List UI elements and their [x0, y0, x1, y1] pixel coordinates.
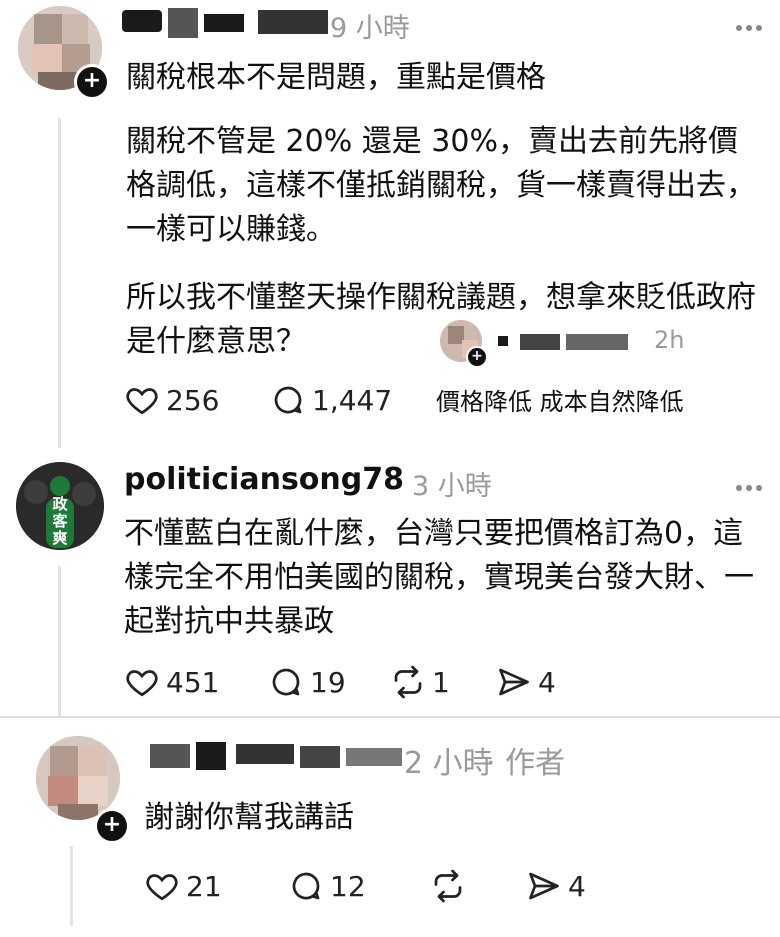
- thread-line: [58, 118, 61, 448]
- heart-icon: [146, 874, 178, 901]
- username-redacted: [196, 742, 226, 770]
- comment-icon: [272, 668, 300, 696]
- username-redacted: [258, 10, 328, 34]
- post-paragraph: 關稅不管是 20% 還是 30%，賣出去前先將價格調低，這樣不僅抵銷關稅，貨一樣…: [126, 124, 756, 247]
- comment-button[interactable]: 19: [268, 664, 346, 700]
- more-options-icon[interactable]: [736, 16, 768, 31]
- username-redacted: [300, 746, 340, 768]
- username-redacted: [168, 8, 198, 38]
- repost-icon: [434, 869, 462, 903]
- username-redacted: [520, 334, 560, 350]
- post-title: 關稅根本不是問題，重點是價格: [126, 60, 546, 95]
- username-redacted: [204, 14, 244, 32]
- username-redacted: [150, 744, 190, 768]
- repost-icon: [394, 665, 422, 699]
- like-button[interactable]: 21: [144, 868, 222, 904]
- post-time: 2 小時: [404, 746, 493, 781]
- username-redacted: [346, 748, 402, 766]
- thread-line: [70, 846, 73, 926]
- popup-text: 價格降低 成本自然降低: [436, 388, 684, 416]
- like-button[interactable]: 256: [124, 382, 219, 418]
- follow-button[interactable]: +: [74, 64, 110, 100]
- follow-button[interactable]: +: [466, 346, 488, 368]
- username-redacted: [122, 10, 162, 32]
- username-redacted: [236, 744, 294, 764]
- repost-button[interactable]: 1: [390, 664, 450, 700]
- comment-icon: [274, 386, 302, 414]
- post-text: 謝謝你幫我講話: [144, 800, 354, 835]
- more-options-icon[interactable]: [736, 476, 768, 491]
- post-time: 9 小時: [330, 13, 410, 44]
- username-redacted: [498, 336, 508, 346]
- heart-icon: [126, 388, 158, 415]
- like-button[interactable]: 451: [124, 664, 219, 700]
- repost-button[interactable]: [430, 868, 472, 904]
- post-text: 不懂藍白在亂什麼，台灣只要把價格訂為0，這樣完全不用怕美國的關稅，實現美台發大財…: [124, 516, 754, 639]
- follow-button[interactable]: +: [94, 808, 130, 844]
- send-icon: [499, 668, 529, 696]
- post-time: 3 小時: [412, 471, 492, 502]
- heart-icon: [126, 670, 158, 697]
- popup-time: 2h: [654, 326, 685, 354]
- thread-line: [58, 566, 61, 716]
- author-tag: · 作者: [486, 746, 566, 781]
- avatar-text: 政客爽: [52, 495, 68, 547]
- username[interactable]: politiciansong78: [124, 462, 404, 497]
- comment-button[interactable]: 12: [288, 868, 366, 904]
- share-button[interactable]: 4: [526, 868, 586, 904]
- section-divider: [0, 716, 780, 718]
- send-icon: [529, 872, 559, 900]
- comment-button[interactable]: 1,447: [270, 382, 392, 418]
- avatar[interactable]: 政客爽: [16, 462, 104, 550]
- share-button[interactable]: 4: [496, 664, 556, 700]
- comment-icon: [292, 872, 320, 900]
- username-redacted: [566, 334, 628, 350]
